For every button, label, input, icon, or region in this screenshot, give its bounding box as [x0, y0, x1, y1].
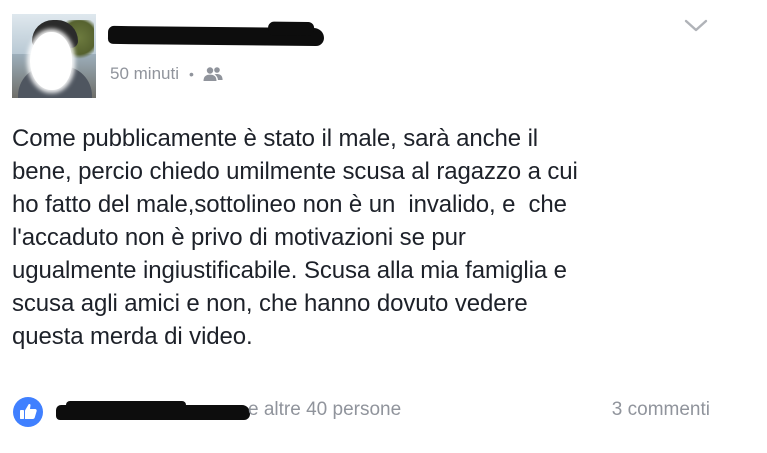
post-body-text: Come pubblicamente è stato il male, sarà…: [12, 125, 578, 350]
friends-icon[interactable]: [202, 66, 224, 82]
like-thumb-icon[interactable]: [12, 396, 44, 428]
post-card: 50 minuti • Come pubblicamente è stato i…: [0, 0, 767, 453]
avatar-face-redaction: [30, 32, 72, 90]
author-name-redacted[interactable]: [107, 25, 325, 47]
likes-others-count[interactable]: e altre 40 persone: [248, 399, 401, 421]
post-footer: e altre 40 persone 3 commenti: [12, 396, 752, 428]
comments-count-link[interactable]: 3 commenti: [612, 399, 710, 421]
post-timestamp[interactable]: 50 minuti: [110, 64, 179, 84]
chevron-down-icon[interactable]: [684, 18, 708, 34]
post-meta: 50 minuti •: [110, 62, 224, 86]
author-avatar[interactable]: [12, 14, 96, 98]
meta-separator: •: [188, 66, 194, 82]
likers-names-redacted[interactable]: [56, 401, 250, 420]
